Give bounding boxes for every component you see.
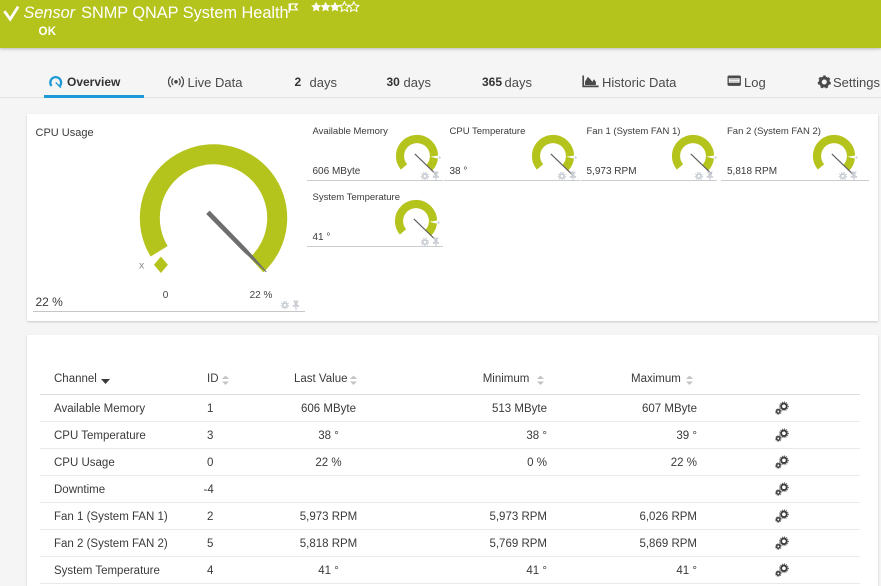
svg-text:x: x (139, 260, 145, 272)
